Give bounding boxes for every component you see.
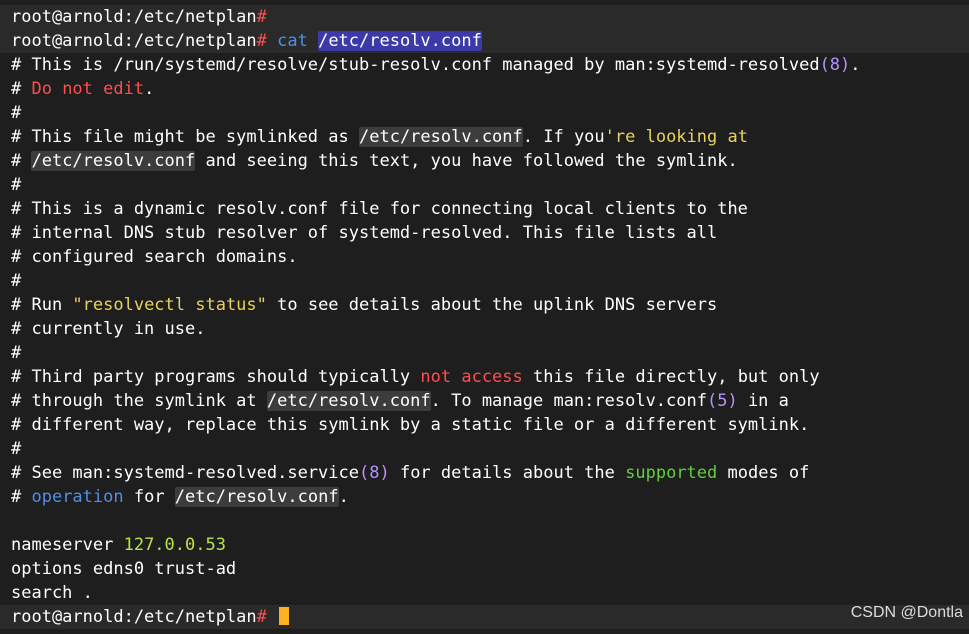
line-text: . xyxy=(850,55,861,75)
output-line: # Run "resolvectl status" to see details… xyxy=(0,293,969,317)
line-text: modes of xyxy=(717,463,810,483)
line-text: # This file might be symlinked as xyxy=(11,127,359,147)
line-text: Do not edit xyxy=(31,79,145,99)
line-text: (8) xyxy=(819,55,851,75)
line-text: root@arnold:/etc/netplan xyxy=(11,31,257,51)
path-text: /etc/resolv.conf xyxy=(359,127,523,147)
line-text: options edns0 trust-ad xyxy=(11,559,237,579)
output-line: # xyxy=(0,173,969,197)
line-text: # Third party programs should typically xyxy=(11,367,421,387)
line-text: in a xyxy=(737,391,789,411)
output-line: options edns0 trust-ad xyxy=(0,557,969,581)
line-text: # different way, replace this symlink by… xyxy=(11,415,810,435)
line-text: for xyxy=(123,487,175,507)
output-line: # This is a dynamic resolv.conf file for… xyxy=(0,197,969,221)
output-line: # /etc/resolv.conf and seeing this text,… xyxy=(0,149,969,173)
output-line: # Third party programs should typically … xyxy=(0,365,969,389)
prompt-line: root@arnold:/etc/netplan# cat /etc/resol… xyxy=(0,29,969,53)
line-text: (5) xyxy=(706,391,738,411)
line-text: root@arnold:/etc/netplan xyxy=(11,7,257,27)
path-text: /etc/resolv.conf xyxy=(174,487,339,507)
output-line: # This is /run/systemd/resolve/stub-reso… xyxy=(0,53,969,77)
output-line: search . xyxy=(0,581,969,605)
watermark: CSDN @Dontla xyxy=(850,604,963,621)
output-line: # See man:systemd-resolved.service(8) fo… xyxy=(0,461,969,485)
line-text: root@arnold:/etc/netplan xyxy=(11,607,257,627)
line-text: search . xyxy=(11,583,93,603)
output-line: # This file might be symlinked as /etc/r… xyxy=(0,125,969,149)
line-text: # See man:systemd-resolved.service xyxy=(11,463,359,483)
output-line: # Do not edit. xyxy=(0,77,969,101)
terminal-output: root@arnold:/etc/netplan# root@arnold:/et… xyxy=(0,5,969,629)
prompt-symbol: # xyxy=(256,607,267,627)
line-text: # xyxy=(11,487,32,507)
line-text: this file directly, but only xyxy=(522,367,820,387)
line-text: "resolvectl status" xyxy=(72,295,267,315)
prompt-symbol: # xyxy=(256,31,267,51)
line-text: # xyxy=(11,103,22,123)
line-text: # This is a dynamic resolv.conf file for… xyxy=(11,199,748,219)
line-text: # through the symlink at xyxy=(11,391,267,411)
line-text: # Run xyxy=(11,295,73,315)
prompt-symbol: # xyxy=(256,7,267,27)
output-line: # currently in use. xyxy=(0,317,969,341)
line-text: # This is /run/systemd/resolve/stub-reso… xyxy=(11,55,820,75)
line-text: . xyxy=(144,79,155,99)
line-text: and seeing this text, you have followed … xyxy=(195,151,738,171)
line-text: # currently in use. xyxy=(11,319,206,339)
text-cursor xyxy=(278,607,289,625)
output-line: # xyxy=(0,341,969,365)
line-text: # xyxy=(11,343,22,363)
prompt-line: root@arnold:/etc/netplan# xyxy=(0,605,969,629)
line-text: . xyxy=(338,487,349,507)
output-line: # xyxy=(0,437,969,461)
line-text: # configured search domains. xyxy=(11,247,298,267)
line-text: (8) xyxy=(359,463,390,483)
output-line: nameserver 127.0.0.53 xyxy=(0,533,969,557)
output-line: # through the symlink at /etc/resolv.con… xyxy=(0,389,969,413)
line-text: 127.0.0.53 xyxy=(123,535,226,555)
path-text: /etc/resolv.conf xyxy=(266,391,431,411)
line-text: # xyxy=(11,151,32,171)
line-text: not access xyxy=(420,367,523,387)
output-line: # xyxy=(0,101,969,125)
line-text: to see details about the uplink DNS serv… xyxy=(266,295,718,315)
output-line: # different way, replace this symlink by… xyxy=(0,413,969,437)
path-text: /etc/resolv.conf xyxy=(31,151,196,171)
output-line: # configured search domains. xyxy=(0,245,969,269)
line-text: # internal DNS stub resolver of systemd-… xyxy=(11,223,718,243)
line-text: supported xyxy=(625,463,718,483)
path-text: /etc/resolv.conf xyxy=(318,31,482,51)
line-text: # xyxy=(11,271,22,291)
line-text: nameserver xyxy=(11,535,124,555)
line-text: # xyxy=(11,79,32,99)
line-text: cat xyxy=(266,31,319,51)
output-line: # operation for /etc/resolv.conf. xyxy=(0,485,969,509)
line-text: . If you xyxy=(522,127,605,147)
line-text: # xyxy=(11,175,22,195)
output-line: # internal DNS stub resolver of systemd-… xyxy=(0,221,969,245)
line-text: operation xyxy=(31,487,124,507)
line-text: . To manage man:resolv.conf xyxy=(430,391,707,411)
prompt-line: root@arnold:/etc/netplan# xyxy=(0,5,969,29)
line-text: # xyxy=(11,439,22,459)
output-line: # xyxy=(0,269,969,293)
line-text: for details about the xyxy=(389,463,626,483)
line-text: 're looking at xyxy=(604,127,748,147)
terminal-window[interactable]: root@arnold:/etc/netplan# root@arnold:/et… xyxy=(0,0,969,634)
